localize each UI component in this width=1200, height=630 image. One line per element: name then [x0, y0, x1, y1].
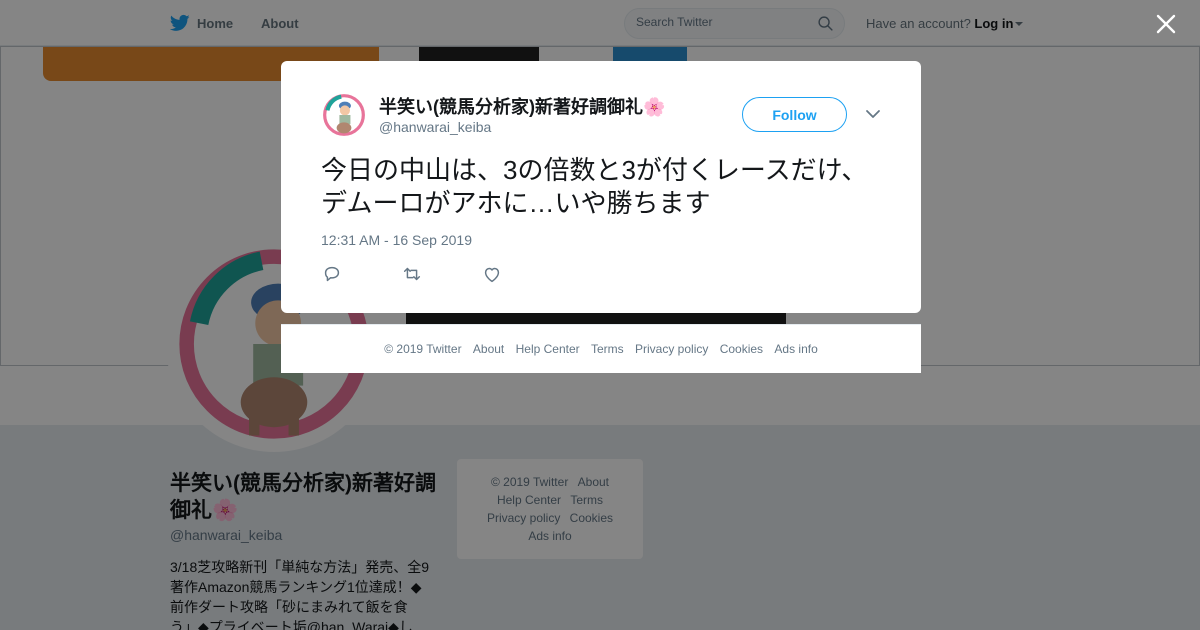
footer-help-link[interactable]: Help Center [516, 342, 580, 356]
like-icon[interactable] [481, 263, 503, 285]
tweet-author-handle[interactable]: @hanwarai_keiba [379, 119, 491, 135]
modal-footer: © 2019 Twitter About Help Center Terms P… [281, 324, 921, 373]
reply-icon[interactable] [321, 263, 343, 285]
footer-ads-link[interactable]: Ads info [774, 342, 817, 356]
winner-logo-image [323, 94, 365, 136]
tweet-author-avatar[interactable] [321, 92, 367, 138]
follow-button[interactable]: Follow [742, 97, 847, 132]
tweet-timestamp[interactable]: 12:31 AM - 16 Sep 2019 [321, 232, 472, 248]
close-icon[interactable] [1154, 12, 1178, 36]
footer-privacy-link[interactable]: Privacy policy [635, 342, 708, 356]
retweet-icon[interactable] [401, 263, 423, 285]
footer-cookies-link[interactable]: Cookies [720, 342, 763, 356]
tweet-text: 今日の中山は、3の倍数と3が付くレースだけ、デムーロがアホに…いや勝ちます [321, 155, 868, 218]
footer-about-link[interactable]: About [473, 342, 504, 356]
tweet-author-name[interactable]: 半笑い(競馬分析家)新著好調御礼🌸 [379, 93, 665, 119]
tweet-permalink-card: 半笑い(競馬分析家)新著好調御礼🌸 @hanwarai_keiba Follow… [281, 61, 921, 313]
chevron-down-icon[interactable] [865, 108, 881, 120]
footer-copyright: © 2019 Twitter [384, 342, 462, 356]
footer-terms-link[interactable]: Terms [591, 342, 624, 356]
